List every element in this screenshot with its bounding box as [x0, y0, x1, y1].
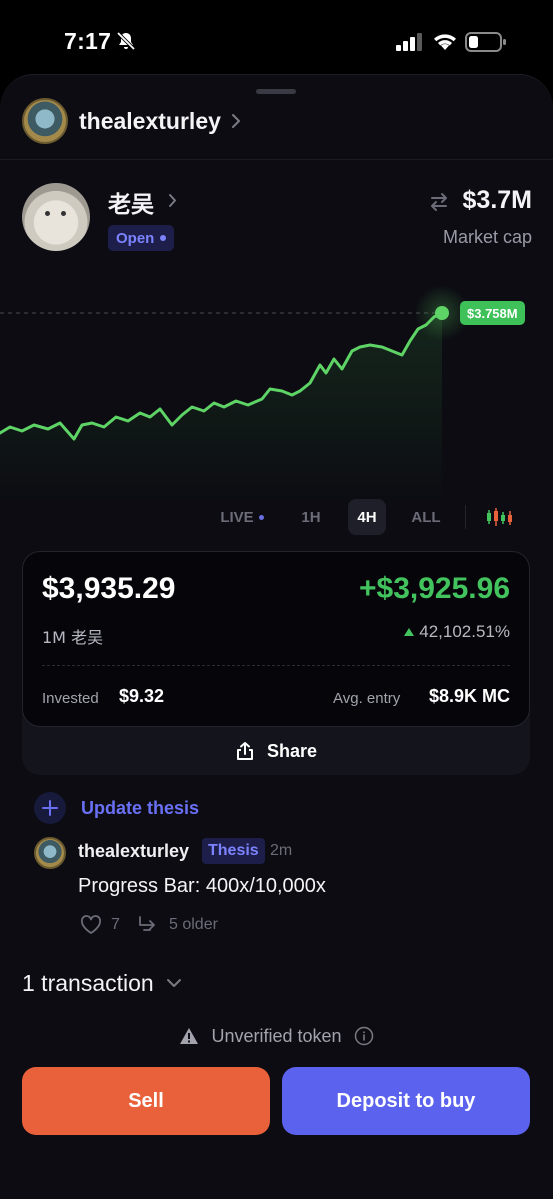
status-dot — [160, 235, 167, 241]
invested-label: Invested — [42, 690, 99, 707]
heart-icon[interactable] — [80, 915, 102, 935]
status-bar: 7:17 — [0, 0, 553, 80]
thesis-badge: Thesis — [202, 838, 265, 864]
creator-row[interactable]: thealexturley — [22, 97, 241, 145]
share-label: Share — [266, 740, 318, 761]
position-card: $3,935.29 +$3,925.96 1M 老吴 42,102.51% In… — [22, 551, 530, 775]
token-avatar — [22, 183, 90, 251]
divider — [0, 159, 553, 160]
price-area-fill — [0, 313, 442, 505]
tab-1h[interactable]: 1H — [292, 499, 330, 535]
live-dot — [258, 514, 264, 520]
chevron-right-icon — [231, 114, 240, 128]
sell-button[interactable]: Sell — [22, 1067, 270, 1135]
token-name[interactable]: 老吴 — [108, 185, 154, 219]
position-summary: $3,935.29 +$3,925.96 1M 老吴 42,102.51% In… — [22, 551, 530, 727]
battery-icon — [465, 32, 506, 52]
market-cap-label: Market cap — [442, 227, 532, 247]
update-thesis-button[interactable]: Update thesis — [34, 791, 199, 825]
tab-live[interactable]: LIVE — [214, 499, 270, 535]
warning-icon — [180, 1028, 199, 1044]
position-pnl-percent: 42,102.51% — [404, 622, 510, 642]
candlestick-icon[interactable] — [486, 506, 512, 528]
chevron-down-icon — [166, 979, 181, 987]
plus-icon — [34, 792, 66, 824]
invested-value: $9.32 — [119, 686, 165, 706]
chevron-right-icon — [169, 194, 176, 207]
position-value: $3,935.29 — [42, 572, 176, 605]
tab-all[interactable]: ALL — [404, 499, 448, 535]
transactions-toggle[interactable]: 1 transaction — [22, 967, 182, 999]
token-sheet: thealexturley 老吴 Open $3.7M Market cap $… — [0, 74, 553, 1199]
transactions-label: 1 transaction — [22, 969, 154, 996]
post-body: Progress Bar: 400x/10,000x — [78, 875, 326, 897]
avg-entry-value: $8.9K MC — [428, 686, 510, 706]
thesis-post: thealexturley Thesis 2m Progress Bar: 40… — [34, 835, 534, 945]
current-price-label: $3.758M — [460, 301, 525, 325]
warning-label: Unverified token — [211, 1025, 342, 1046]
status-badge: Open — [108, 225, 175, 251]
status-badge-label: Open — [116, 229, 155, 247]
deposit-to-buy-button[interactable]: Deposit to buy — [282, 1067, 530, 1135]
like-count: 7 — [111, 916, 120, 933]
tab-live-label: LIVE — [220, 508, 254, 526]
tab-4h[interactable]: 4H — [348, 499, 386, 535]
creator-username: thealexturley — [79, 107, 221, 134]
swap-icon[interactable] — [428, 191, 450, 213]
sheet-grabber[interactable] — [256, 89, 296, 94]
sell-label: Sell — [128, 1089, 164, 1112]
share-button[interactable]: Share — [22, 727, 530, 775]
market-cap-value: $3.7M — [462, 186, 532, 214]
creator-avatar — [22, 98, 68, 144]
older-link[interactable]: 5 older — [169, 916, 218, 934]
deposit-label: Deposit to buy — [336, 1089, 476, 1112]
up-arrow-icon — [404, 628, 415, 636]
avg-entry-label: Avg. entry — [333, 690, 401, 707]
thread-icon[interactable] — [137, 915, 159, 935]
share-icon — [236, 742, 253, 760]
divider — [465, 505, 466, 529]
status-time: 7:17 — [64, 28, 112, 54]
avatar[interactable] — [34, 837, 66, 869]
post-username[interactable]: thealexturley — [78, 841, 189, 862]
divider — [42, 665, 510, 666]
current-price-point — [435, 306, 449, 320]
unverified-warning: Unverified token — [0, 1023, 553, 1049]
position-quantity: 1M 老吴 — [42, 628, 104, 647]
token-header: 老吴 Open $3.7M Market cap — [22, 183, 532, 255]
pnl-percent-value: 42,102.51% — [419, 622, 510, 641]
position-pnl: +$3,925.96 — [359, 572, 510, 605]
bell-off-icon — [116, 31, 136, 51]
post-timestamp: 2m — [270, 842, 293, 859]
update-thesis-label: Update thesis — [81, 797, 200, 818]
info-icon[interactable] — [354, 1026, 374, 1046]
signal-icon — [396, 33, 422, 51]
wifi-icon — [434, 34, 456, 50]
